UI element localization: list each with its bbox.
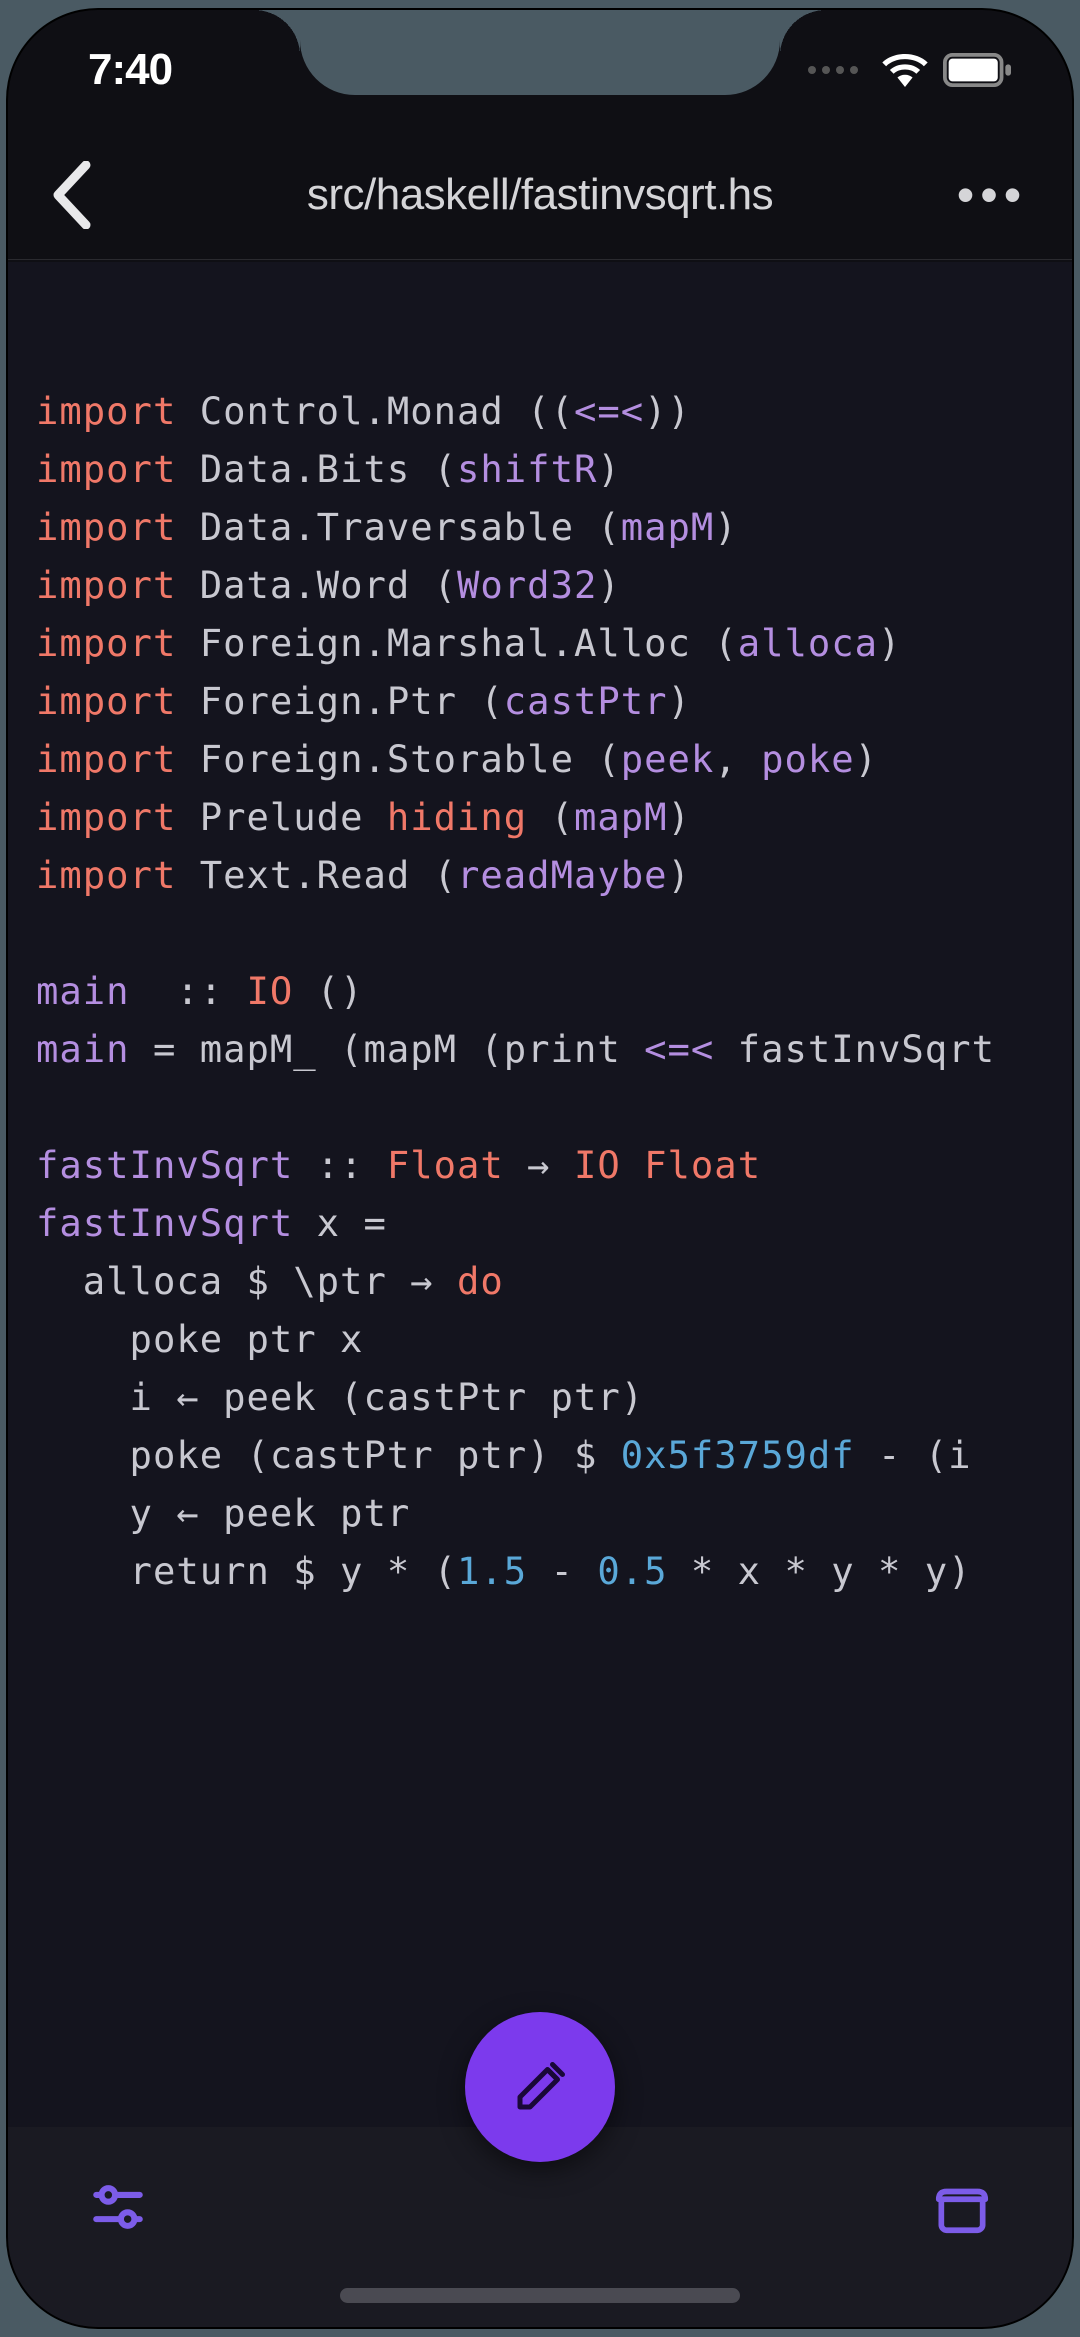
code-text: fastInvSqrt bbox=[714, 1027, 995, 1071]
definition: fastInvSqrt bbox=[36, 1201, 293, 1245]
paren: ) bbox=[668, 853, 691, 897]
code-text: * x * y * y) bbox=[668, 1549, 972, 1593]
module: Data.Traversable ( bbox=[176, 505, 620, 549]
module: Foreign.Storable ( bbox=[176, 737, 620, 781]
paren: ( bbox=[527, 795, 574, 839]
device-frame: 7:40 src/haskell/fastinvsqrt.hs ••• impo… bbox=[0, 0, 1080, 2337]
symbol: peek bbox=[621, 737, 715, 781]
code-text: i ← peek (castPtr ptr) bbox=[36, 1375, 644, 1419]
symbol: poke bbox=[761, 737, 855, 781]
keyword: import bbox=[36, 621, 176, 665]
module: Data.Word ( bbox=[176, 563, 457, 607]
nav-bar: src/haskell/fastinvsqrt.hs ••• bbox=[8, 130, 1072, 260]
code-text: poke ptr x bbox=[36, 1317, 363, 1361]
symbol: castPtr bbox=[504, 679, 668, 723]
keyword: import bbox=[36, 737, 176, 781]
keyword: import bbox=[36, 447, 176, 491]
paren: ) bbox=[855, 737, 878, 781]
keyword: import bbox=[36, 563, 176, 607]
file-path-title: src/haskell/fastinvsqrt.hs bbox=[307, 170, 773, 220]
paren: ) bbox=[714, 505, 737, 549]
definition: main bbox=[36, 1027, 130, 1071]
module: Data.Bits ( bbox=[176, 447, 457, 491]
type: IO Float bbox=[574, 1143, 761, 1187]
code-text: poke (castPtr ptr) $ bbox=[36, 1433, 621, 1477]
phone-screen: 7:40 src/haskell/fastinvsqrt.hs ••• impo… bbox=[8, 10, 1072, 2327]
number: 0.5 bbox=[597, 1549, 667, 1593]
symbol: readMaybe bbox=[457, 853, 668, 897]
operator: <=< bbox=[644, 1027, 714, 1071]
paren: ) bbox=[597, 563, 620, 607]
type: Float bbox=[387, 1143, 504, 1187]
module: Prelude bbox=[176, 795, 387, 839]
symbol: <=< bbox=[574, 389, 644, 433]
back-button[interactable] bbox=[32, 155, 112, 235]
home-indicator[interactable] bbox=[340, 2288, 740, 2303]
code-text: y ← peek ptr bbox=[36, 1491, 410, 1535]
keyword: import bbox=[36, 389, 176, 433]
settings-sliders-button[interactable] bbox=[78, 2167, 158, 2247]
symbol: shiftR bbox=[457, 447, 597, 491]
type: IO bbox=[247, 969, 294, 1013]
module: Control.Monad (( bbox=[176, 389, 574, 433]
paren: ) bbox=[878, 621, 901, 665]
code-editor[interactable]: import Control.Monad ((<=<)) import Data… bbox=[8, 262, 1072, 2127]
keyword: import bbox=[36, 679, 176, 723]
module: Foreign.Ptr ( bbox=[176, 679, 503, 723]
definition: fastInvSqrt bbox=[36, 1143, 293, 1187]
unit: () bbox=[293, 969, 363, 1013]
symbol: mapM bbox=[574, 795, 668, 839]
code-text: return $ y * ( bbox=[36, 1549, 457, 1593]
files-button[interactable] bbox=[922, 2167, 1002, 2247]
comma: , bbox=[714, 737, 761, 781]
paren: ) bbox=[668, 679, 691, 723]
sliders-icon bbox=[89, 2178, 147, 2236]
keyword: import bbox=[36, 795, 176, 839]
status-right bbox=[808, 53, 1012, 87]
paren: ) bbox=[597, 447, 620, 491]
code-text: alloca $ \ptr → bbox=[36, 1259, 457, 1303]
wifi-icon bbox=[882, 53, 928, 87]
code-text: - bbox=[527, 1549, 597, 1593]
keyword-do: do bbox=[457, 1259, 504, 1303]
symbol: alloca bbox=[738, 621, 878, 665]
code-text: x = bbox=[293, 1201, 387, 1245]
notch bbox=[300, 10, 780, 95]
operator: :: bbox=[293, 1143, 387, 1187]
symbol: Word32 bbox=[457, 563, 597, 607]
module: Foreign.Marshal.Alloc ( bbox=[176, 621, 737, 665]
cellular-dots-icon bbox=[808, 66, 858, 74]
status-time: 7:40 bbox=[88, 45, 172, 95]
arrow: → bbox=[504, 1143, 574, 1187]
definition: main bbox=[36, 969, 130, 1013]
code-text: = mapM_ (mapM (print bbox=[130, 1027, 645, 1071]
battery-icon bbox=[942, 53, 1012, 87]
code-text: - (i bbox=[855, 1433, 995, 1477]
code-content: import Control.Monad ((<=<)) import Data… bbox=[36, 382, 1044, 1600]
number: 1.5 bbox=[457, 1549, 527, 1593]
keyword-hiding: hiding bbox=[387, 795, 527, 839]
paren: )) bbox=[644, 389, 691, 433]
keyword: import bbox=[36, 505, 176, 549]
keyword: import bbox=[36, 853, 176, 897]
number-hex: 0x5f3759df bbox=[621, 1433, 855, 1477]
edit-icon bbox=[510, 2057, 570, 2117]
files-stack-icon bbox=[931, 2176, 993, 2238]
operator: :: bbox=[130, 969, 247, 1013]
edit-fab-button[interactable] bbox=[465, 2012, 615, 2162]
more-button[interactable]: ••• bbox=[952, 155, 1032, 235]
paren: ) bbox=[668, 795, 691, 839]
module: Text.Read ( bbox=[176, 853, 457, 897]
symbol: mapM bbox=[621, 505, 715, 549]
